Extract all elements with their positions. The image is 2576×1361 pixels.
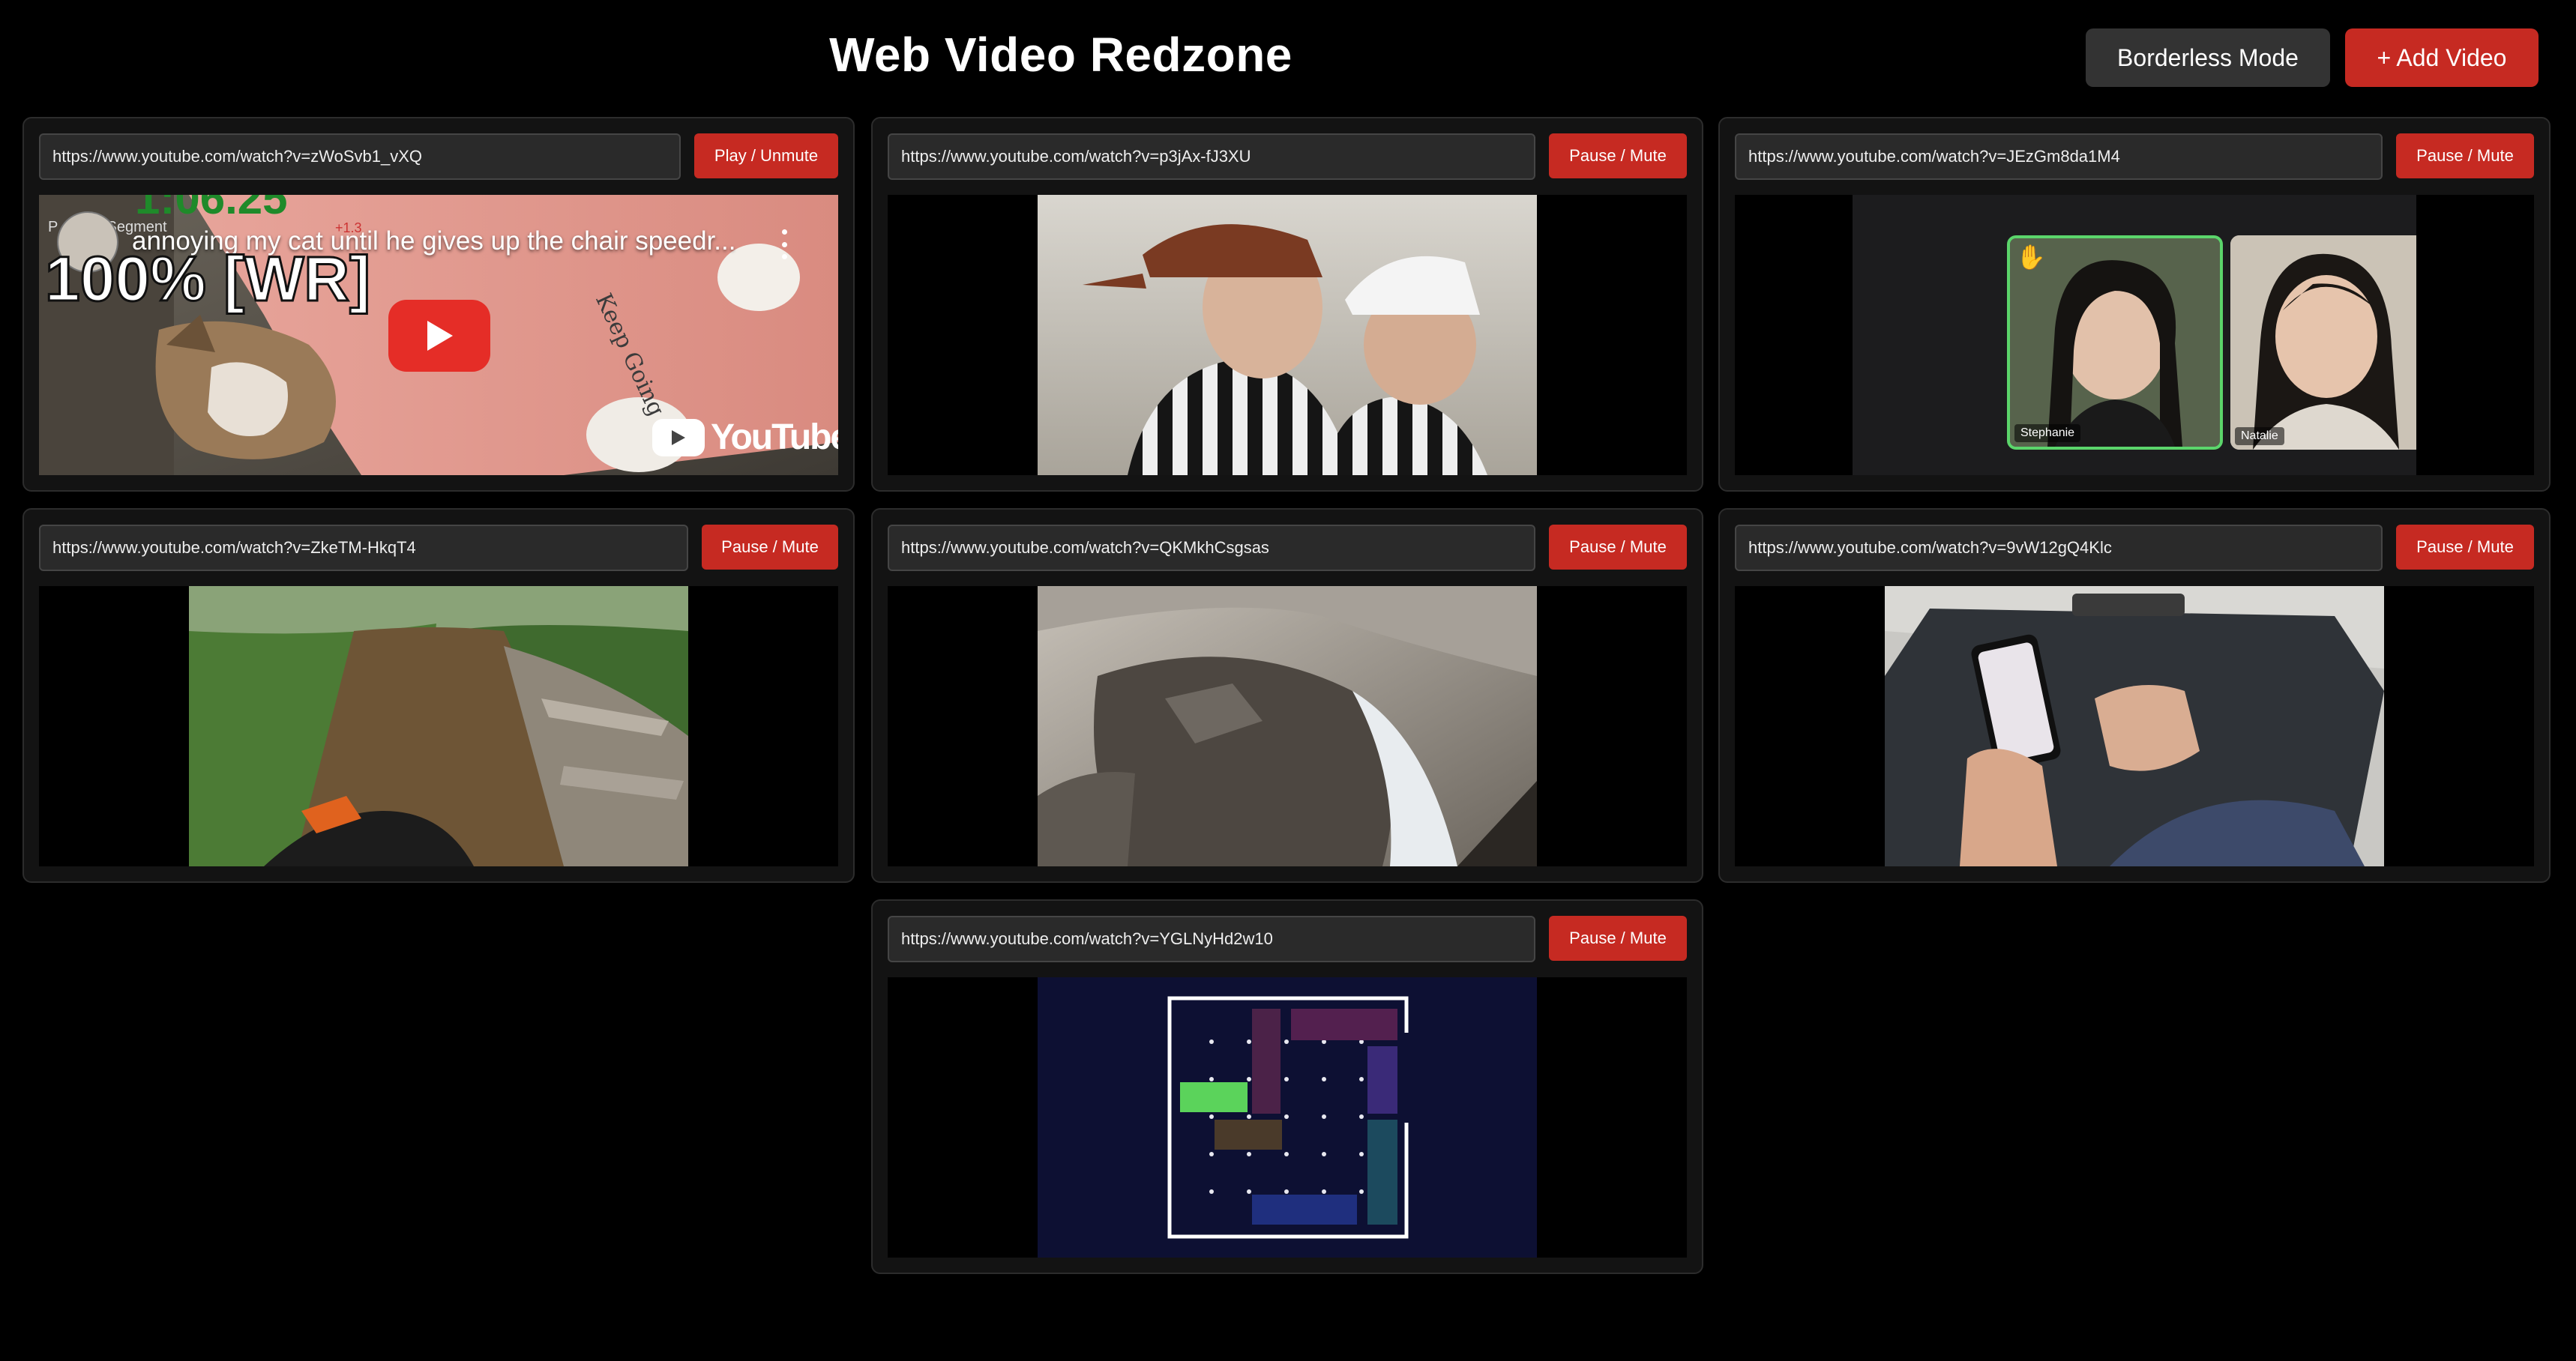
video-url-input[interactable]: [888, 525, 1535, 571]
video-player[interactable]: [888, 195, 1687, 475]
participant-tile: Natalie: [2230, 235, 2416, 450]
more-vertical-icon[interactable]: [778, 229, 790, 259]
raised-hand-icon: ✋: [2016, 244, 2046, 271]
pause-mute-button[interactable]: Pause / Mute: [1549, 133, 1687, 178]
pause-mute-button[interactable]: Pause / Mute: [1549, 525, 1687, 570]
split-prefix: P: [48, 219, 58, 235]
video-url-input[interactable]: [39, 525, 688, 571]
video-frame-desk-phone: [1885, 586, 2384, 866]
video-player[interactable]: [888, 977, 1687, 1258]
participant-video: [2230, 235, 2416, 450]
borderless-mode-button[interactable]: Borderless Mode: [2086, 28, 2330, 87]
add-video-button[interactable]: + Add Video: [2345, 28, 2539, 87]
play-unmute-button[interactable]: Play / Unmute: [694, 133, 838, 178]
video-player[interactable]: [39, 586, 838, 866]
video-player[interactable]: [1735, 586, 2534, 866]
video-player[interactable]: 1:06.25 P Segment +1.3 annoying my cat u…: [39, 195, 838, 475]
video-frame-referees: [1038, 195, 1537, 475]
video-card: Pause / Mute: [871, 899, 1703, 1274]
video-card: Pause / Mute: [871, 117, 1703, 492]
video-url-input[interactable]: [39, 133, 681, 180]
video-card: Play / Unmute 1:06.25 P Segment: [22, 117, 855, 492]
video-player[interactable]: [888, 586, 1687, 866]
video-card: Pause / Mute: [1718, 508, 2551, 883]
pause-mute-button[interactable]: Pause / Mute: [702, 525, 838, 570]
youtube-icon: [652, 418, 705, 456]
video-frame-puzzle-game: [1038, 977, 1537, 1258]
video-player[interactable]: ✋ Stephanie Natalie: [1735, 195, 2534, 475]
pause-mute-button[interactable]: Pause / Mute: [2396, 133, 2534, 178]
participant-name: Natalie: [2235, 427, 2284, 445]
video-frame-mountain-ridge: [1038, 586, 1537, 866]
video-card: Pause / Mute: [22, 508, 855, 883]
video-card: Pause / Mute ✋ Stephanie: [1718, 117, 2551, 492]
video-url-input[interactable]: [888, 133, 1535, 180]
video-url-input[interactable]: [1735, 525, 2383, 571]
pause-mute-button[interactable]: Pause / Mute: [2396, 525, 2534, 570]
play-icon[interactable]: [388, 300, 490, 372]
video-url-input[interactable]: [888, 916, 1535, 962]
video-card: Pause / Mute: [871, 508, 1703, 883]
video-frame-mountain-bike: [189, 586, 688, 866]
pause-mute-button[interactable]: Pause / Mute: [1549, 916, 1687, 961]
page-title: Web Video Redzone: [829, 28, 1292, 82]
youtube-logo[interactable]: YouTube: [652, 417, 838, 458]
youtube-wordmark: YouTube: [711, 417, 838, 457]
participant-tile: ✋ Stephanie: [2007, 235, 2223, 450]
participant-name: Stephanie: [2014, 424, 2081, 442]
video-url-input[interactable]: [1735, 133, 2383, 180]
overlay-big-text: 100% [WR]: [43, 243, 371, 316]
